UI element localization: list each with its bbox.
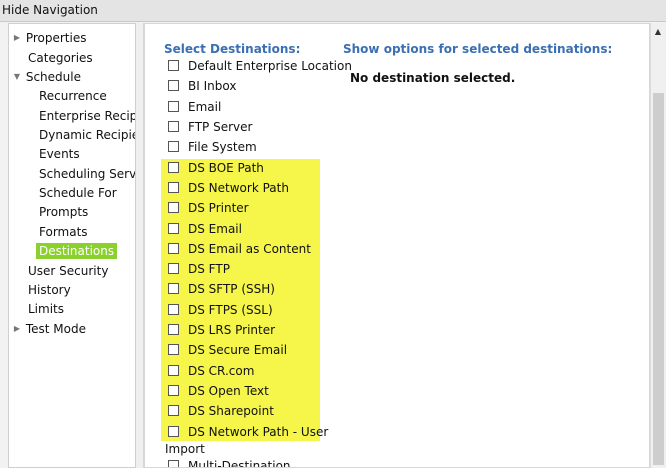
- destination-ds-sftp[interactable]: DS SFTP (SSH): [168, 280, 275, 298]
- sidebar-item-destinations[interactable]: Destinations: [36, 242, 118, 260]
- vertical-scrollbar[interactable]: ▲: [650, 23, 666, 468]
- checkbox[interactable]: [168, 243, 179, 254]
- destination-ds-cr-com[interactable]: DS CR.com: [168, 362, 254, 380]
- checkbox[interactable]: [168, 365, 179, 376]
- checkbox[interactable]: [168, 324, 179, 335]
- top-bar: Hide Navigation: [0, 0, 666, 22]
- checkbox[interactable]: [168, 426, 179, 437]
- hide-navigation-link[interactable]: Hide Navigation: [2, 3, 98, 17]
- checkbox[interactable]: [168, 385, 179, 396]
- destination-ds-network-path[interactable]: DS Network Path: [168, 179, 289, 197]
- sidebar-item-dynamic-recipients[interactable]: Dynamic Recipients: [39, 126, 135, 144]
- select-destinations-heading: Select Destinations:: [164, 42, 301, 56]
- checkbox[interactable]: [168, 80, 179, 91]
- sidebar-item-events[interactable]: Events: [39, 145, 80, 163]
- destination-ds-email-as-content[interactable]: DS Email as Content: [168, 240, 311, 258]
- scroll-up-arrow-icon[interactable]: ▲: [653, 27, 663, 37]
- destination-ds-network-path-user[interactable]: DS Network Path - User: [168, 423, 328, 441]
- destination-email[interactable]: Email: [168, 98, 221, 116]
- checkbox[interactable]: [168, 460, 179, 467]
- sidebar-item-user-security[interactable]: User Security: [28, 262, 108, 280]
- sidebar-item-enterprise-recipients[interactable]: Enterprise Recipien: [39, 107, 135, 125]
- options-heading: Show options for selected destinations:: [343, 42, 613, 56]
- destination-ds-ftp[interactable]: DS FTP: [168, 260, 230, 278]
- sidebar-item-test-mode[interactable]: ▶ Test Mode: [12, 320, 86, 338]
- import-multi-destination[interactable]: Multi-Destination: [168, 457, 291, 467]
- destination-ds-printer[interactable]: DS Printer: [168, 199, 249, 217]
- checkbox[interactable]: [168, 162, 179, 173]
- checkbox[interactable]: [168, 182, 179, 193]
- destination-ds-lrs-printer[interactable]: DS LRS Printer: [168, 321, 275, 339]
- checkbox[interactable]: [168, 202, 179, 213]
- sidebar-item-properties[interactable]: ▶ Properties: [12, 29, 87, 47]
- destination-ftp-server[interactable]: FTP Server: [168, 118, 252, 136]
- checkbox[interactable]: [168, 405, 179, 416]
- destination-default-enterprise-location[interactable]: Default Enterprise Location: [168, 57, 352, 75]
- sidebar-item-limits[interactable]: Limits: [28, 300, 64, 318]
- sidebar-item-schedule[interactable]: ▼ Schedule: [12, 68, 81, 86]
- checkbox[interactable]: [168, 121, 179, 132]
- import-label: Import: [165, 442, 205, 456]
- destination-file-system[interactable]: File System: [168, 138, 257, 156]
- sidebar-item-categories[interactable]: Categories: [28, 49, 93, 67]
- scrollbar-thumb[interactable]: [653, 93, 664, 465]
- checkbox[interactable]: [168, 60, 179, 71]
- destination-ds-boe-path[interactable]: DS BOE Path: [168, 159, 264, 177]
- checkbox[interactable]: [168, 304, 179, 315]
- checkbox[interactable]: [168, 283, 179, 294]
- destination-ds-ftps[interactable]: DS FTPS (SSL): [168, 301, 273, 319]
- checkbox[interactable]: [168, 263, 179, 274]
- destination-bi-inbox[interactable]: BI Inbox: [168, 77, 236, 95]
- destination-ds-email[interactable]: DS Email: [168, 220, 242, 238]
- destinations-panel: Select Destinations: Show options for se…: [144, 23, 650, 468]
- destination-ds-sharepoint[interactable]: DS Sharepoint: [168, 402, 274, 420]
- navigation-sidebar: ▶ Properties Categories ▼ Schedule Recur…: [8, 23, 136, 468]
- sidebar-item-scheduling-server[interactable]: Scheduling Server (: [39, 165, 135, 183]
- sidebar-item-prompts[interactable]: Prompts: [39, 203, 88, 221]
- sidebar-item-formats[interactable]: Formats: [39, 223, 88, 241]
- expand-arrow-icon[interactable]: ▶: [12, 29, 22, 47]
- checkbox[interactable]: [168, 141, 179, 152]
- checkbox[interactable]: [168, 223, 179, 234]
- checkbox[interactable]: [168, 101, 179, 112]
- checkbox[interactable]: [168, 344, 179, 355]
- expand-arrow-icon[interactable]: ▶: [12, 320, 22, 338]
- no-destination-message: No destination selected.: [350, 71, 516, 85]
- sidebar-item-recurrence[interactable]: Recurrence: [39, 87, 107, 105]
- destination-ds-open-text[interactable]: DS Open Text: [168, 382, 269, 400]
- splitter[interactable]: [136, 23, 144, 468]
- sidebar-item-schedule-for[interactable]: Schedule For: [39, 184, 117, 202]
- collapse-arrow-icon[interactable]: ▼: [12, 68, 22, 86]
- destination-ds-secure-email[interactable]: DS Secure Email: [168, 341, 287, 359]
- sidebar-item-history[interactable]: History: [28, 281, 71, 299]
